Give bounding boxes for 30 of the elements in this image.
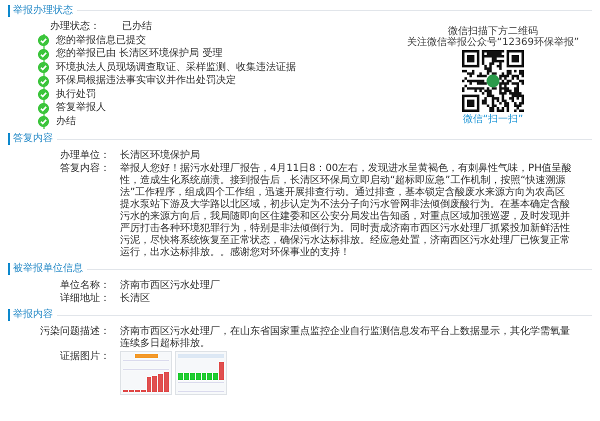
timeline-step: 环保局根据违法事实审议并作出处罚决定 — [56, 75, 236, 88]
timeline-step: 环境执法人员现场调查取证、采样监测、收集违法证据 — [56, 62, 296, 74]
field-label: 证据图片： — [59, 350, 110, 364]
field-label: 答复内容： — [59, 162, 110, 176]
field-value: 长清区 — [120, 292, 151, 304]
field-label: 办理状态： — [50, 20, 100, 33]
field-label: 单位名称： — [59, 280, 110, 292]
qr-caption: 微信扫描下方二维码 — [448, 26, 538, 37]
timeline-step: 您的举报已由 长清区环境保护局 受理 — [56, 48, 222, 60]
section-heading: 答复内容 — [8, 133, 53, 145]
timeline-step: 答复举报人 — [56, 102, 106, 114]
field-value: 已办结 — [122, 20, 152, 33]
timeline-step: 您的举报信息已提交 — [56, 34, 146, 47]
section-heading: 举报内容 — [8, 309, 53, 321]
timeline-step: 执行处罚 — [56, 88, 96, 101]
timeline-step: 办结 — [56, 116, 76, 128]
scan-caption: 微信“扫一扫” — [462, 114, 524, 126]
field-value: 济南市西区污水处理厂，在山东省国家重点监控企业自行监测信息发布平台上数据显示，其化学需氧量连续多日超标排放。 — [120, 326, 571, 350]
field-value: 长清区环境保护局 — [120, 150, 201, 162]
field-label: 污染问题描述： — [39, 326, 110, 338]
field-label: 详细地址： — [59, 292, 110, 304]
section-heading: 被举报单位信息 — [8, 263, 83, 275]
qr-caption: 关注微信举报公众号“12369环保举报” — [406, 37, 580, 48]
qr-code-icon — [462, 50, 524, 112]
field-label: 办理单位： — [59, 150, 110, 162]
section-heading: 举报办理状态 — [8, 4, 73, 16]
evidence-image[interactable] — [175, 350, 227, 394]
field-value: 举报人您好！据污水处理厂报告，4月11日8：00左右，发现进水呈黄褐色，有刺鼻性气味，PH值呈酸性，造成生化系统崩溃。接到报告后，长清区环保局立即启动“超标即应急”工作机制，按照“快速溯源法”工作程序，组成四个工作组，迅速开展排查行动。通过排查，基本锁定含酸废水来源方向为农高区提水泵站下游及大学路以北区域，初步认定为不法分子向污水管网非法倾倒废酸行为。在基本确定含酸污水的来源方向后，我局随即向区住建委和区公安分局发出告知函，对重点区域加强巡逻，及时发现并严厉打击各种环境犯罪行为，特别是非法倾倒行为。同时责成济南市西区污水处理厂抓紧投加新鲜活性污泥，尽快将系统恢复至正常状态，确保污水达标排放。经应急处置，济南西区污水处理厂已恢复正常运行，出水达标排放。。感谢您对环保事业的支持！ — [120, 162, 573, 258]
field-value: 济南市西区污水处理厂 — [120, 280, 221, 292]
evidence-image[interactable] — [120, 350, 172, 394]
